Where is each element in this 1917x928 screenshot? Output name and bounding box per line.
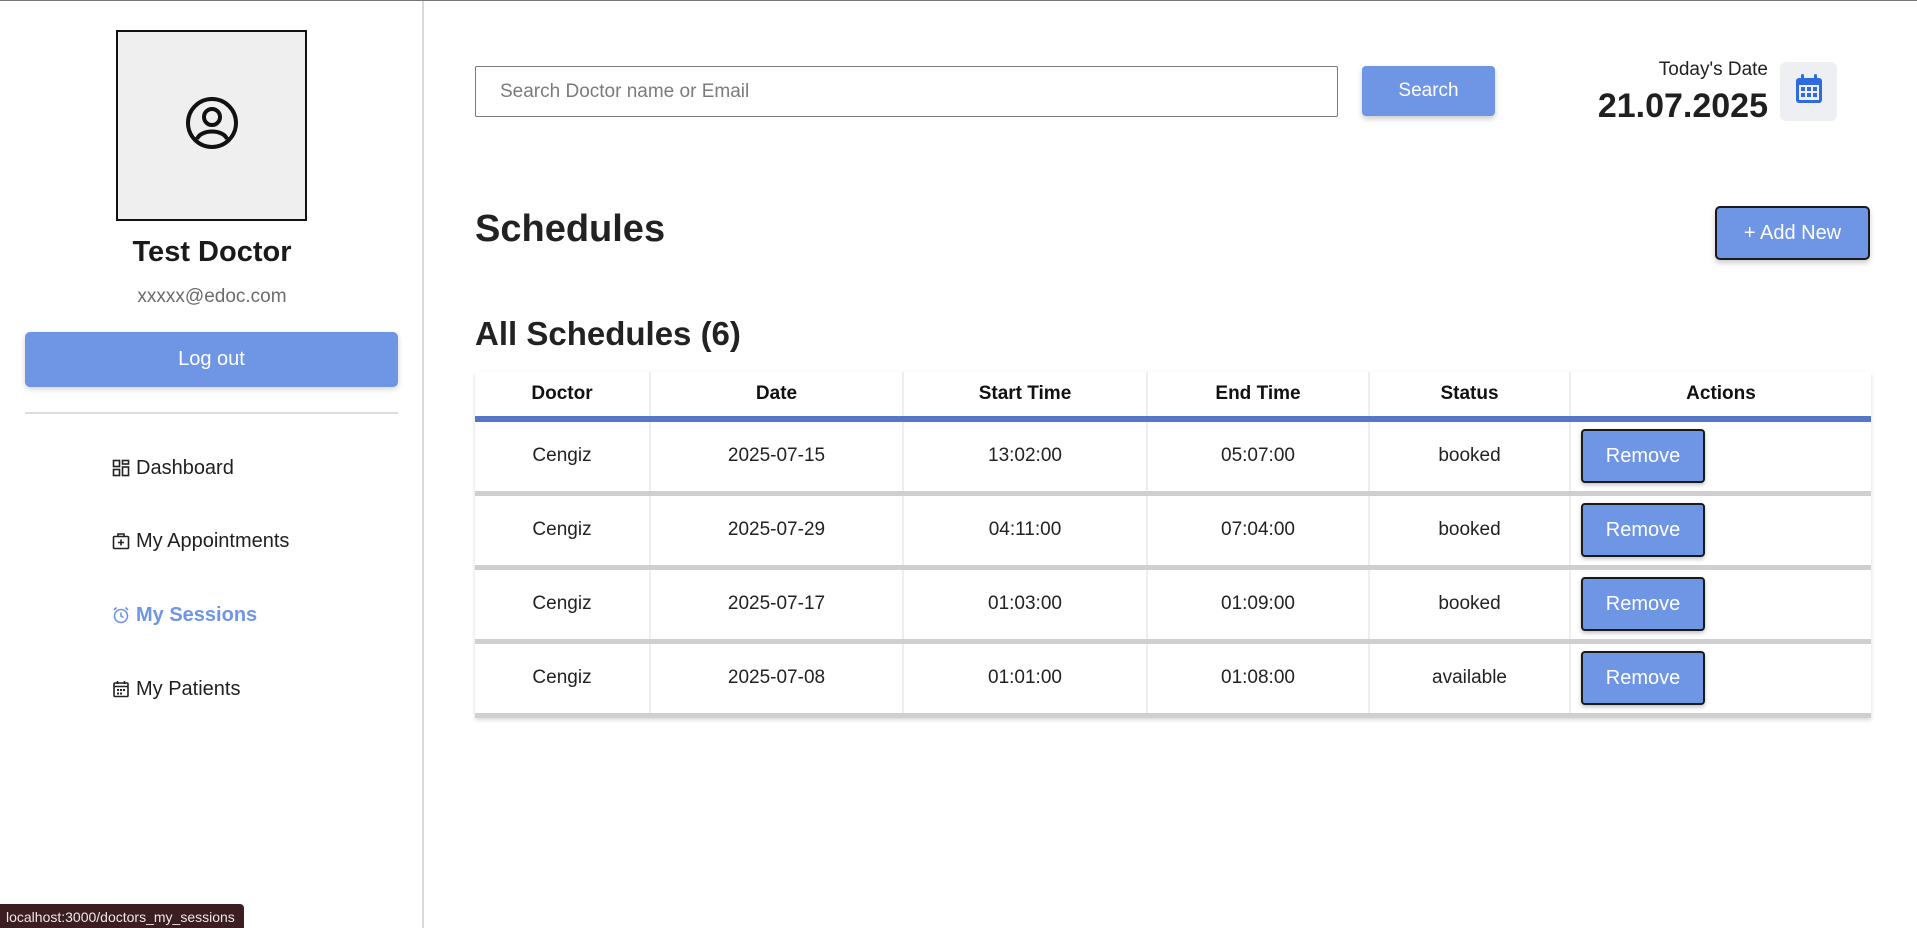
cell-start-time: 01:01:00 bbox=[903, 641, 1148, 718]
cell-start-time: 13:02:00 bbox=[903, 419, 1148, 496]
logout-button[interactable]: Log out bbox=[25, 332, 398, 387]
column-header-doctor: Doctor bbox=[475, 372, 651, 422]
column-header-date: Date bbox=[650, 372, 904, 422]
table-header-row: Doctor Date Start Time End Time Status A… bbox=[475, 372, 1871, 422]
user-circle-icon bbox=[185, 96, 239, 155]
cell-status: booked bbox=[1369, 493, 1571, 570]
cell-doctor: Cengiz bbox=[475, 641, 651, 718]
remove-button[interactable]: Remove bbox=[1581, 503, 1705, 557]
cell-actions: Remove bbox=[1570, 567, 1871, 644]
alarm-clock-icon bbox=[112, 606, 130, 624]
cell-end-time: 01:08:00 bbox=[1147, 641, 1370, 718]
table-row: Cengiz 2025-07-15 13:02:00 05:07:00 book… bbox=[475, 419, 1871, 496]
link-hover-status-url: localhost:3000/doctors_my_sessions bbox=[0, 904, 244, 928]
remove-button[interactable]: Remove bbox=[1581, 577, 1705, 631]
cell-date: 2025-07-15 bbox=[650, 419, 904, 496]
sidebar: Test Doctor xxxxx@edoc.com Log out Dashb… bbox=[0, 1, 424, 928]
schedules-table-container: Doctor Date Start Time End Time Status A… bbox=[475, 372, 1871, 718]
sidebar-item-dashboard[interactable]: Dashboard bbox=[112, 453, 234, 483]
add-new-button[interactable]: + Add New bbox=[1715, 206, 1870, 260]
cell-actions: Remove bbox=[1570, 641, 1871, 718]
cell-end-time: 05:07:00 bbox=[1147, 419, 1370, 496]
column-header-status: Status bbox=[1369, 372, 1571, 422]
todays-date-label: Today's Date bbox=[1658, 59, 1768, 80]
calendar-icon bbox=[112, 680, 130, 698]
table-row: Cengiz 2025-07-08 01:01:00 01:08:00 avai… bbox=[475, 641, 1871, 718]
sidebar-item-my-sessions[interactable]: My Sessions bbox=[112, 600, 257, 630]
cell-start-time: 04:11:00 bbox=[903, 493, 1148, 570]
remove-button[interactable]: Remove bbox=[1581, 429, 1705, 484]
column-header-end-time: End Time bbox=[1147, 372, 1370, 422]
sidebar-item-label: My Sessions bbox=[136, 603, 258, 626]
table-row: Cengiz 2025-07-29 04:11:00 07:04:00 book… bbox=[475, 493, 1871, 570]
column-header-start-time: Start Time bbox=[903, 372, 1148, 422]
cell-start-time: 01:03:00 bbox=[903, 567, 1148, 644]
cell-status: available bbox=[1369, 641, 1571, 718]
calendar-icon bbox=[1794, 73, 1824, 110]
cell-doctor: Cengiz bbox=[475, 493, 651, 570]
sidebar-item-my-appointments[interactable]: My Appointments bbox=[112, 526, 289, 556]
sidebar-item-label: Dashboard bbox=[136, 456, 234, 479]
profile-email: xxxxx@edoc.com bbox=[137, 286, 287, 307]
medical-bag-icon bbox=[112, 532, 130, 550]
todays-date-value: 21.07.2025 bbox=[1597, 87, 1768, 125]
cell-doctor: Cengiz bbox=[475, 567, 651, 644]
cell-status: booked bbox=[1369, 567, 1571, 644]
profile-name: Test Doctor bbox=[132, 236, 292, 268]
table-row: Cengiz 2025-07-17 01:03:00 01:09:00 book… bbox=[475, 567, 1871, 644]
section-title: All Schedules (6) bbox=[475, 315, 741, 352]
sidebar-divider bbox=[25, 412, 398, 414]
dashboard-grid-icon bbox=[112, 459, 130, 477]
cell-date: 2025-07-29 bbox=[650, 493, 904, 570]
page-title: Schedules bbox=[475, 208, 666, 250]
column-header-actions: Actions bbox=[1570, 372, 1871, 422]
sidebar-item-my-patients[interactable]: My Patients bbox=[112, 674, 240, 704]
cell-date: 2025-07-08 bbox=[650, 641, 904, 718]
sidebar-item-label: My Appointments bbox=[136, 529, 290, 552]
search-input[interactable] bbox=[475, 66, 1338, 117]
search-button[interactable]: Search bbox=[1362, 66, 1495, 116]
cell-status: booked bbox=[1369, 419, 1571, 496]
cell-date: 2025-07-17 bbox=[650, 567, 904, 644]
cell-end-time: 07:04:00 bbox=[1147, 493, 1370, 570]
calendar-button bbox=[1780, 62, 1837, 121]
schedules-table: Doctor Date Start Time End Time Status A… bbox=[475, 372, 1871, 718]
cell-actions: Remove bbox=[1570, 493, 1871, 570]
cell-doctor: Cengiz bbox=[475, 419, 651, 496]
remove-button[interactable]: Remove bbox=[1581, 651, 1705, 705]
cell-end-time: 01:09:00 bbox=[1147, 567, 1370, 644]
avatar bbox=[116, 30, 307, 221]
cell-actions: Remove bbox=[1570, 419, 1871, 496]
sidebar-item-label: My Patients bbox=[136, 677, 241, 700]
